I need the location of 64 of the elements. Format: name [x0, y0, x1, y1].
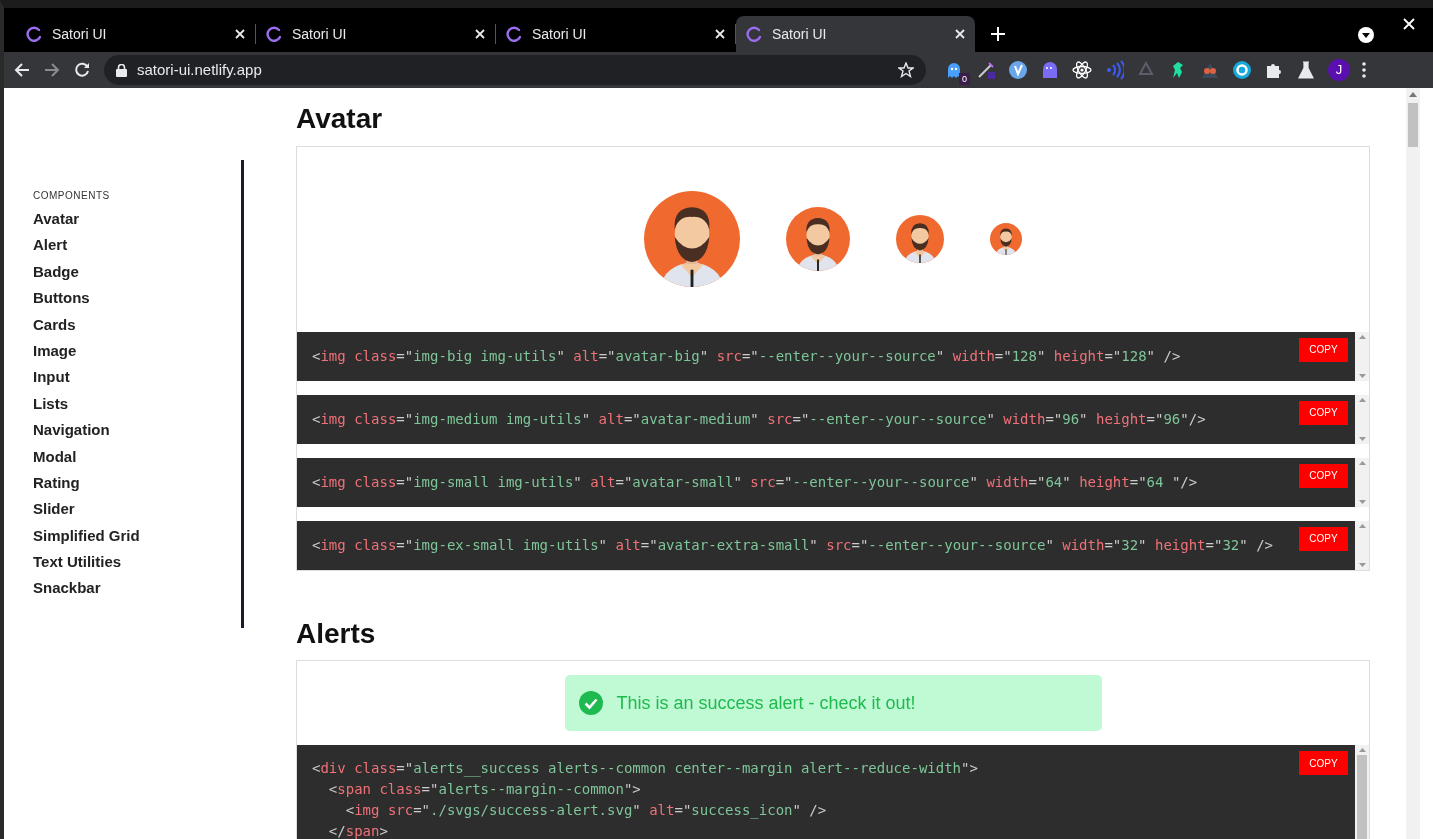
sidebar-link[interactable]: Text Utilities	[33, 551, 122, 577]
browser-tab[interactable]: Satori UI	[16, 16, 255, 52]
sidebar-link[interactable]: Navigation	[33, 419, 110, 445]
wand-icon[interactable]	[976, 60, 996, 80]
atom-icon[interactable]	[1072, 60, 1092, 80]
menu-icon[interactable]	[1362, 62, 1366, 78]
sidebar-link[interactable]: Simplified Grid	[33, 524, 140, 551]
address-text: satori-ui.netlify.app	[137, 59, 263, 80]
loader-icon	[266, 26, 282, 42]
lock-icon	[116, 63, 127, 77]
copy-button[interactable]: COPY	[1299, 463, 1348, 488]
sidebar-link[interactable]: Avatar	[33, 208, 80, 234]
close-icon[interactable]	[475, 29, 485, 39]
code-line: <img class="img-medium img-utils" alt="avatar-medium" src="--enter--your--source" width="96" height="96"/>	[312, 409, 1207, 429]
tab-search-icon[interactable]	[1357, 26, 1375, 44]
sidebar-link[interactable]: Modal	[33, 445, 77, 471]
sidebar-link[interactable]: Buttons	[33, 287, 90, 313]
code-line: <span class="alerts--margin--common">	[327, 780, 642, 800]
flask-icon[interactable]	[1296, 60, 1316, 80]
sidebar-link[interactable]: Cards	[33, 313, 76, 339]
sidebar-link[interactable]: Rating	[33, 471, 80, 498]
section-heading: COMPONENTS	[33, 189, 111, 203]
scrollbar-thumb[interactable]	[1357, 755, 1367, 839]
sidebar-link[interactable]: Snackbar	[33, 577, 101, 603]
browser-tab[interactable]: Satori UI	[256, 16, 495, 52]
code-line: <div class="alerts__success alerts--common center--margin alert--reduce-width">	[312, 759, 979, 779]
code-line: <img class="img-ex-small img-utils" alt="avatar-extra-small" src="--enter--your--source" width="32" height="32" />	[312, 535, 1274, 555]
sidebar-link[interactable]: Slider	[33, 498, 75, 524]
new-tab-icon[interactable]	[991, 27, 1005, 41]
copy-button[interactable]: COPY	[1299, 337, 1348, 362]
code-line: <img class="img-big img-utils" alt="avatar-big" src="--enter--your--source" width="128" height="128" />	[312, 346, 1182, 366]
scrollbar-thumb[interactable]	[1408, 103, 1418, 147]
code-line: <img class="img-small img-utils" alt="avatar-small" src="--enter--your--source" width="64" height="64 "/>	[312, 472, 1199, 492]
code-line: <img src="./svgs/success-alert.svg" alt="success_icon" />	[344, 801, 828, 821]
loader-icon	[746, 26, 762, 42]
reload-icon[interactable]	[74, 62, 90, 78]
copy-button[interactable]: COPY	[1299, 751, 1348, 776]
ring-icon[interactable]	[1232, 60, 1252, 80]
section-title: Avatar	[296, 102, 384, 136]
sidebar-link[interactable]: Lists	[33, 392, 68, 419]
copy-button[interactable]: COPY	[1299, 526, 1348, 551]
copy-button[interactable]: COPY	[1299, 400, 1348, 425]
address-bar[interactable]: satori-ui.netlify.app	[104, 55, 926, 85]
section-title: Alerts	[296, 616, 377, 651]
sidebar-link[interactable]: Alert	[33, 234, 68, 260]
sidebar-link[interactable]: Image	[33, 339, 77, 366]
loader-icon	[26, 26, 42, 42]
alert-text: This is an success alert - check it out!	[616, 691, 916, 715]
scroll-up-icon[interactable]	[1409, 92, 1417, 97]
loader-icon	[506, 26, 522, 42]
sidebar-link[interactable]: Input	[33, 366, 70, 392]
browser-tab[interactable]: Satori UI	[496, 16, 735, 52]
profile-avatar[interactable]: J	[1328, 59, 1350, 81]
close-icon[interactable]	[715, 29, 725, 39]
back-icon[interactable]	[14, 62, 30, 78]
forward-icon[interactable]	[44, 62, 60, 78]
sidebar-link[interactable]: Badge	[33, 260, 79, 287]
star-icon[interactable]	[898, 62, 914, 78]
browser-tab[interactable]: Satori UI	[736, 16, 975, 52]
count-badge: 0	[959, 73, 970, 85]
check-circle-icon	[578, 691, 603, 716]
close-icon[interactable]	[235, 29, 245, 39]
close-icon[interactable]	[955, 29, 965, 39]
code-line: </span>	[327, 822, 389, 839]
